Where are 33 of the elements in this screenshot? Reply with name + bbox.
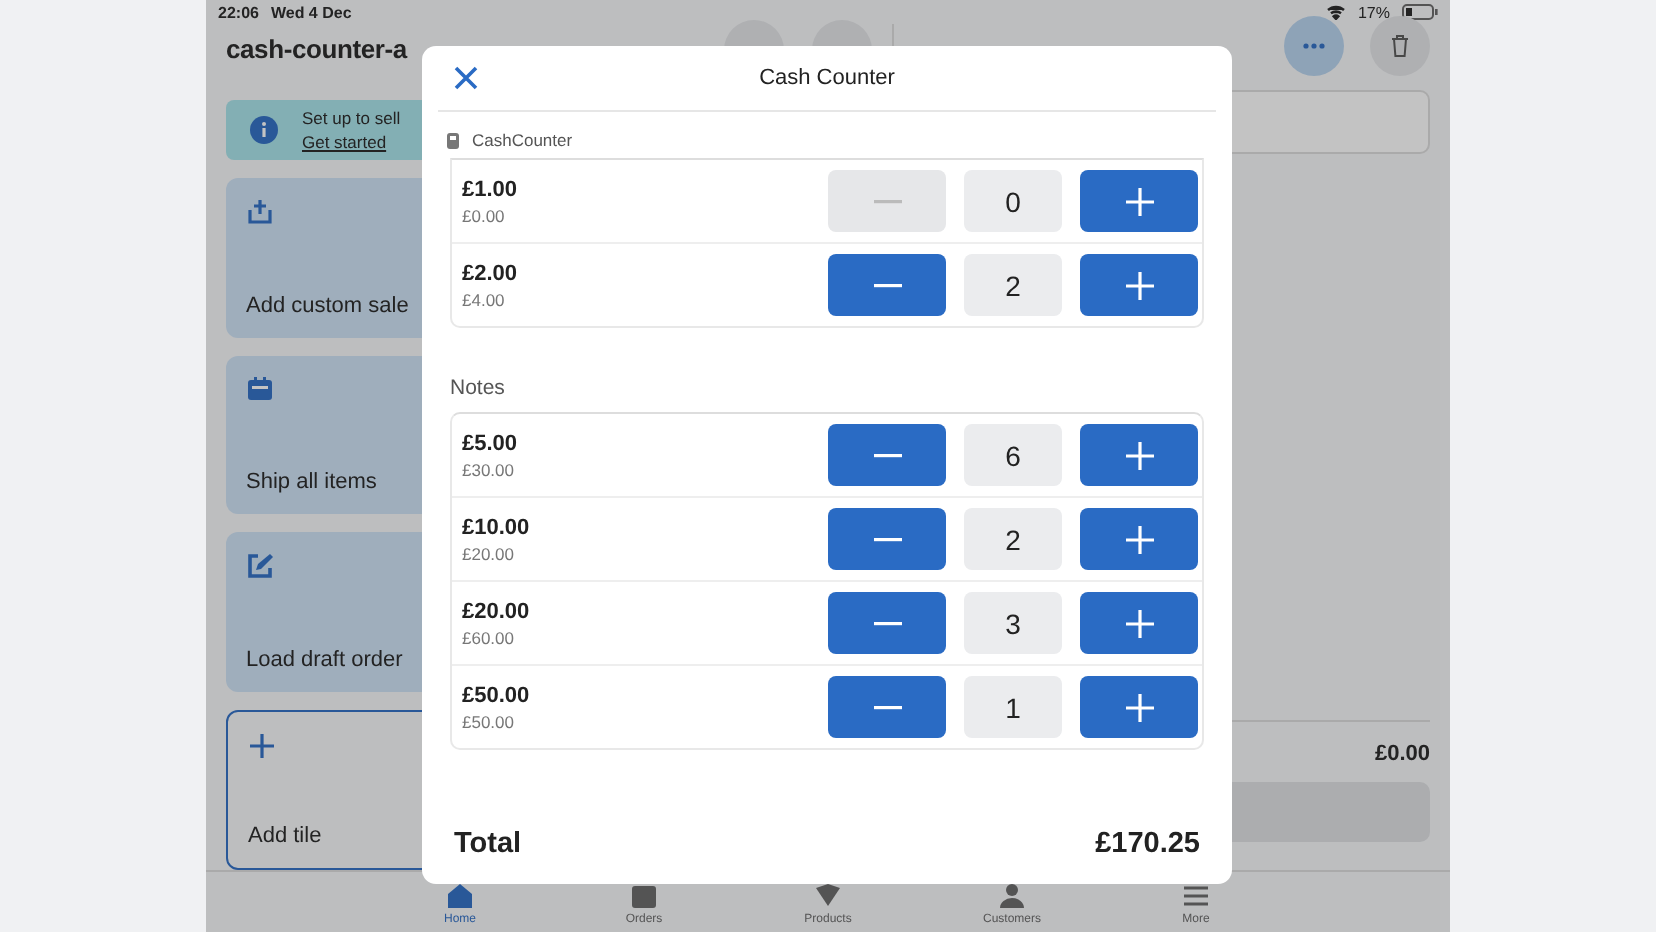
denomination: £1.00 bbox=[462, 177, 520, 201]
source-label: CashCounter bbox=[472, 130, 573, 150]
subtotal: £0.00 bbox=[462, 205, 507, 225]
status-date: Wed 4 Dec bbox=[270, 3, 352, 21]
denomination: £10.00 bbox=[462, 515, 532, 539]
battery-level: 17% bbox=[1357, 3, 1390, 21]
subtotal: £50.00 bbox=[462, 711, 516, 731]
dialog-title: Cash Counter bbox=[759, 66, 895, 90]
count-display: 2 bbox=[964, 254, 1062, 316]
denomination: £5.00 bbox=[462, 431, 520, 455]
tile-label: Add tile bbox=[248, 824, 322, 849]
total-label: Total bbox=[454, 828, 522, 860]
app-title: cash-counter-a bbox=[226, 34, 407, 64]
tile-label: Add custom sale bbox=[246, 293, 409, 318]
count-display: 6 bbox=[964, 424, 1062, 486]
total-amount: £170.25 bbox=[1095, 828, 1200, 860]
count-display: 3 bbox=[964, 592, 1062, 654]
subtotal: £4.00 bbox=[462, 289, 507, 309]
subtotal: £20.00 bbox=[462, 543, 516, 563]
denomination: £2.00 bbox=[462, 261, 520, 285]
tile-label: Ship all items bbox=[246, 470, 377, 495]
tile-label: Load draft order bbox=[246, 648, 403, 673]
subtotal: £30.00 bbox=[462, 459, 516, 479]
count-display: 0 bbox=[964, 170, 1062, 232]
banner-title: Set up to sell bbox=[302, 107, 401, 128]
count-display: 2 bbox=[964, 508, 1062, 570]
denomination: £20.00 bbox=[462, 599, 532, 623]
section-heading: Notes bbox=[450, 376, 507, 400]
count-display: 1 bbox=[964, 676, 1062, 738]
denomination: £50.00 bbox=[462, 683, 532, 707]
subtotal: £60.00 bbox=[462, 627, 516, 647]
status-time: 22:06 bbox=[218, 3, 259, 21]
cart-total: £0.00 bbox=[1374, 742, 1430, 766]
